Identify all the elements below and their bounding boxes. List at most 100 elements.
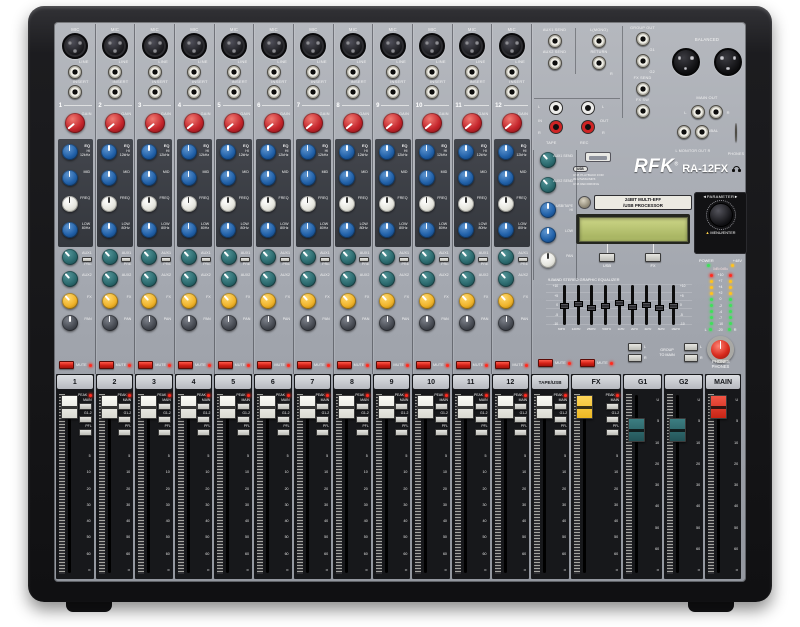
pfl-button[interactable] <box>316 429 329 436</box>
fader-cap[interactable] <box>576 395 593 419</box>
group-assign-button[interactable] <box>435 416 448 423</box>
gain-knob[interactable] <box>422 113 442 133</box>
eq-hi-knob[interactable] <box>101 144 117 160</box>
group-assign-button[interactable] <box>277 416 290 423</box>
group1-to-main-r-button[interactable] <box>628 354 642 362</box>
line-jack[interactable] <box>386 65 400 79</box>
eq-mid-knob[interactable] <box>379 170 395 186</box>
main-assign-button[interactable] <box>356 403 369 410</box>
aux2-knob[interactable] <box>181 271 197 287</box>
insert-jack[interactable] <box>108 85 122 99</box>
mic-xlr-jack[interactable] <box>300 33 326 59</box>
gain-knob[interactable] <box>383 113 403 133</box>
eq-low-knob[interactable] <box>62 222 78 238</box>
pfl-button[interactable] <box>395 429 408 436</box>
geq-band-slider[interactable] <box>628 285 637 325</box>
fx-knob[interactable] <box>102 293 118 309</box>
main-assign-button[interactable] <box>395 403 408 410</box>
line-jack[interactable] <box>227 65 241 79</box>
eq-hi-knob[interactable] <box>458 144 474 160</box>
eq-low-knob[interactable] <box>141 222 157 238</box>
aux2-knob[interactable] <box>498 271 514 287</box>
insert-jack[interactable] <box>425 85 439 99</box>
pan-knob[interactable] <box>62 315 78 331</box>
pan-knob[interactable] <box>141 315 157 331</box>
aux2-knob[interactable] <box>379 271 395 287</box>
gain-knob[interactable] <box>462 113 482 133</box>
fader-cap[interactable] <box>628 418 645 442</box>
pan-knob[interactable] <box>300 315 316 331</box>
mic-xlr-jack[interactable] <box>419 33 445 59</box>
aux1-knob[interactable] <box>181 249 197 265</box>
aux1-knob[interactable] <box>260 249 276 265</box>
eq-mid-knob[interactable] <box>141 170 157 186</box>
line-jack[interactable] <box>148 65 162 79</box>
insert-jack[interactable] <box>346 85 360 99</box>
main-assign-button[interactable] <box>118 403 131 410</box>
mute-button[interactable] <box>178 361 193 369</box>
pan-knob[interactable] <box>181 315 197 331</box>
eq-mid-knob[interactable] <box>62 170 78 186</box>
fx-knob[interactable] <box>221 293 237 309</box>
fx-knob[interactable] <box>340 293 356 309</box>
eq-hi-knob[interactable] <box>220 144 236 160</box>
fx-knob[interactable] <box>300 293 316 309</box>
eq-freq-knob[interactable] <box>62 196 78 212</box>
aux2-knob[interactable] <box>260 271 276 287</box>
eq-low-knob[interactable] <box>300 222 316 238</box>
main-out-l-jack[interactable] <box>691 105 705 119</box>
pfl-button[interactable] <box>197 429 210 436</box>
aux1-knob[interactable] <box>141 249 157 265</box>
group-assign-button[interactable] <box>606 416 619 423</box>
eq-freq-knob[interactable] <box>101 196 117 212</box>
insert-jack[interactable] <box>465 85 479 99</box>
insert-jack[interactable] <box>267 85 281 99</box>
geq-band-slider[interactable] <box>574 285 583 325</box>
pfl-button[interactable] <box>237 429 250 436</box>
gain-knob[interactable] <box>65 113 85 133</box>
balanced-xlr-r[interactable] <box>714 48 742 76</box>
insert-jack[interactable] <box>68 85 82 99</box>
insert-jack[interactable] <box>386 85 400 99</box>
eq-low-knob[interactable] <box>260 222 276 238</box>
mic-xlr-jack[interactable] <box>340 33 366 59</box>
main-assign-button[interactable] <box>475 403 488 410</box>
group-assign-button[interactable] <box>118 416 131 423</box>
geq-band-slider[interactable] <box>587 285 596 325</box>
insert-jack[interactable] <box>306 85 320 99</box>
mic-xlr-jack[interactable] <box>499 33 525 59</box>
mute-button[interactable] <box>99 361 114 369</box>
line-jack[interactable] <box>108 65 122 79</box>
group1-to-main-l-button[interactable] <box>628 343 642 351</box>
geq-band-slider[interactable] <box>615 285 624 325</box>
aux1-knob[interactable] <box>379 249 395 265</box>
eq-hi-knob[interactable] <box>379 144 395 160</box>
line-jack[interactable] <box>68 65 82 79</box>
mute-button[interactable] <box>138 361 153 369</box>
aux2-knob[interactable] <box>340 271 356 287</box>
pfl-button[interactable] <box>158 429 171 436</box>
line-jack[interactable] <box>187 65 201 79</box>
aux2-knob[interactable] <box>221 271 237 287</box>
rec-out-r-rca[interactable] <box>582 121 594 133</box>
eq-hi-knob[interactable] <box>419 144 435 160</box>
gain-knob[interactable] <box>105 113 125 133</box>
mute-button[interactable] <box>59 361 74 369</box>
geq-band-slider[interactable] <box>655 285 664 325</box>
mic-xlr-jack[interactable] <box>221 33 247 59</box>
main-out-r-jack[interactable] <box>709 105 723 119</box>
return-r-jack[interactable] <box>592 56 606 70</box>
main-assign-button[interactable] <box>606 403 619 410</box>
fx-knob[interactable] <box>181 293 197 309</box>
aux2-knob[interactable] <box>141 271 157 287</box>
group2-to-main-r-button[interactable] <box>684 354 698 362</box>
eq-mid-knob[interactable] <box>458 170 474 186</box>
eq-mid-knob[interactable] <box>181 170 197 186</box>
pan-knob[interactable] <box>260 315 276 331</box>
eq-freq-knob[interactable] <box>458 196 474 212</box>
group-assign-button[interactable] <box>79 416 92 423</box>
pfl-button[interactable] <box>79 429 92 436</box>
group-out-1-jack[interactable] <box>636 32 650 46</box>
eq-hi-knob[interactable] <box>181 144 197 160</box>
pfl-button[interactable] <box>514 429 527 436</box>
